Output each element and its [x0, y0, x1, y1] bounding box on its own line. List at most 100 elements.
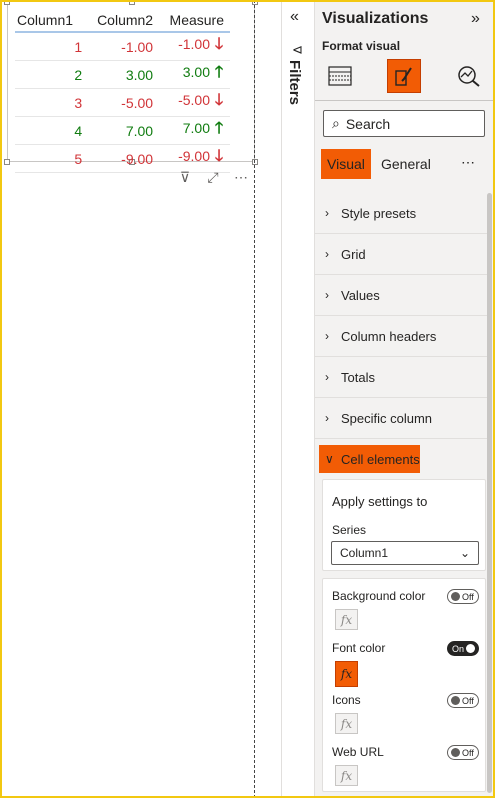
paintbrush-icon	[395, 67, 412, 86]
pane-subtitle: Format visual	[322, 39, 401, 53]
column2-cell: 7.00	[88, 116, 160, 145]
section-label: Style presets	[341, 205, 417, 221]
section-cell-elements[interactable]: ∨ Cell elements	[319, 445, 420, 473]
search-placeholder: Search	[345, 115, 391, 132]
measure-cell: 7.00 🡑	[159, 116, 230, 145]
search-input[interactable]: ⌕ Search	[323, 110, 485, 137]
tab-visual[interactable]: Visual	[321, 149, 371, 179]
background-color-fx-button[interactable]: fx	[335, 609, 358, 630]
table-row[interactable]: 4 7.00 7.00 🡑	[15, 116, 230, 145]
arrow-down-icon: 🡓	[214, 148, 224, 165]
arrow-up-icon: 🡑	[214, 64, 224, 81]
apply-settings-card: Apply settings to Series Column1 ⌄	[322, 479, 486, 571]
column2-cell: 3.00	[88, 60, 160, 89]
section-label: Grid	[341, 246, 366, 262]
more-options-icon[interactable]: ⋯	[461, 154, 475, 171]
table-row[interactable]: 2 3.00 3.00 🡑	[15, 60, 230, 89]
filters-pane[interactable]: « ⊲ Filters	[281, 2, 313, 796]
toggle-state: Off	[462, 695, 474, 706]
build-visual-icon[interactable]	[323, 59, 357, 93]
column1-cell: 5	[15, 144, 89, 173]
chevron-down-icon: ⌄	[459, 546, 470, 560]
resize-handle[interactable]	[129, 0, 135, 5]
apply-settings-heading: Apply settings to	[332, 494, 428, 509]
table-row[interactable]: 1 -1.00 -1.00 🡓	[15, 32, 230, 61]
column1-cell: 3	[15, 88, 89, 117]
expand-icon[interactable]: »	[471, 10, 480, 28]
toggle-knob	[466, 644, 475, 653]
magnifier-chart-icon	[458, 66, 480, 87]
section-label: Specific column	[341, 410, 433, 426]
toggle-state: Off	[462, 747, 474, 758]
pane-title: Visualizations	[322, 10, 429, 27]
filter-icon[interactable]: ⊽	[176, 169, 194, 186]
resize-handle[interactable]	[4, 0, 10, 5]
column1-cell: 2	[15, 60, 89, 89]
series-label: Series	[332, 523, 367, 537]
section-values[interactable]: › Values	[315, 275, 487, 316]
chevron-right-icon: ›	[325, 288, 329, 302]
measure-cell: 3.00 🡑	[159, 60, 230, 89]
cell-elements-card: Background color Off fx Font color On fx Icons…	[322, 578, 486, 792]
measure-value: -5.00	[178, 92, 210, 108]
icons-toggle[interactable]: Off	[447, 693, 479, 708]
chevron-right-icon: ›	[325, 370, 329, 384]
analytics-icon[interactable]	[452, 59, 486, 93]
more-options-icon[interactable]: ⋯	[232, 169, 250, 186]
column-header[interactable]: Column1	[15, 8, 89, 33]
chevron-right-icon: ›	[325, 411, 329, 425]
format-sections: › Style presets › Grid › Values › Column header…	[315, 193, 487, 473]
icons-fx-button[interactable]: fx	[335, 713, 358, 734]
page-boundary	[254, 0, 255, 798]
series-value: Column1	[340, 546, 389, 560]
visualizations-pane: Visualizations » Format visual ⌕ Search …	[314, 2, 494, 796]
column1-cell: 1	[15, 32, 89, 61]
section-specific-column[interactable]: › Specific column	[315, 398, 487, 439]
toggle-state: Off	[462, 591, 474, 602]
scrollbar[interactable]	[487, 193, 492, 793]
table-grid-icon	[328, 66, 352, 86]
series-dropdown[interactable]: Column1 ⌄	[331, 541, 479, 565]
font-color-label: Font color	[332, 641, 386, 655]
resize-handle[interactable]	[4, 159, 10, 165]
section-label: Cell elements	[341, 451, 420, 467]
section-grid[interactable]: › Grid	[315, 234, 487, 275]
section-label: Values	[341, 287, 380, 303]
web-url-fx-button[interactable]: fx	[335, 765, 358, 786]
toggle-state: On	[451, 643, 464, 654]
background-color-toggle[interactable]: Off	[447, 589, 479, 604]
column-header[interactable]: Column2	[88, 8, 160, 33]
column2-cell: -1.00	[88, 32, 160, 61]
column2-cell: -5.00	[88, 88, 160, 117]
format-visual-icon[interactable]	[387, 59, 421, 93]
tab-general[interactable]: General	[375, 149, 437, 179]
toggle-knob	[451, 748, 460, 757]
focus-mode-icon[interactable]: ⤢	[204, 169, 222, 186]
filters-label[interactable]: Filters	[286, 60, 303, 105]
resize-handle[interactable]	[252, 0, 258, 5]
chevron-right-icon: ›	[325, 247, 329, 261]
table-row[interactable]: 3 -5.00 -5.00 🡓	[15, 88, 230, 117]
web-url-toggle[interactable]: Off	[447, 745, 479, 760]
section-column-headers[interactable]: › Column headers	[315, 316, 487, 357]
measure-value: -9.00	[178, 148, 210, 164]
table-header-row: Column1 Column2 Measure	[15, 8, 230, 33]
arrow-down-icon: 🡓	[214, 36, 224, 53]
resize-handle[interactable]	[252, 159, 258, 165]
background-color-label: Background color	[332, 589, 426, 603]
section-totals[interactable]: › Totals	[315, 357, 487, 398]
section-style-presets[interactable]: › Style presets	[315, 193, 487, 234]
font-color-toggle[interactable]: On	[447, 641, 479, 656]
font-color-fx-button[interactable]: fx	[335, 661, 358, 687]
data-table: Column1 Column2 Measure 1 -1.00 -1.00 🡓 2 3.0…	[15, 8, 230, 173]
chevron-right-icon: ›	[325, 206, 329, 220]
icons-label: Icons	[332, 693, 361, 707]
toggle-knob	[451, 592, 460, 601]
chevron-right-icon: ›	[325, 329, 329, 343]
column2-cell: -9.00	[88, 144, 160, 173]
column-header[interactable]: Measure	[159, 8, 230, 33]
table-visual[interactable]: Column1 Column2 Measure 1 -1.00 -1.00 🡓 2 3.0…	[4, 0, 258, 173]
collapse-icon[interactable]: «	[290, 8, 299, 26]
measure-value: 3.00	[182, 64, 210, 80]
arrow-up-icon: 🡑	[214, 120, 224, 137]
